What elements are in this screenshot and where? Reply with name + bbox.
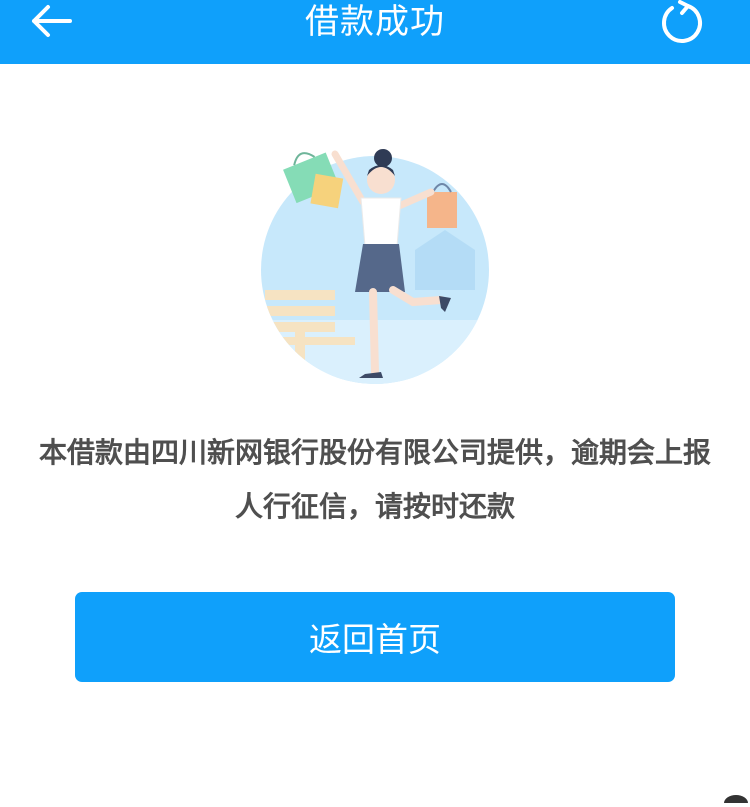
notice-line-1: 本借款由四川新网银行股份有限公司提供，逾期会上报: [30, 426, 720, 480]
top-bar: 借款成功: [0, 0, 750, 64]
success-illustration: [255, 140, 500, 390]
loan-notice: 本借款由四川新网银行股份有限公司提供，逾期会上报 人行征信，请按时还款: [30, 426, 720, 534]
corner-fragment-icon: [716, 789, 750, 803]
refresh-button[interactable]: [658, 0, 706, 48]
corner-fragment: [716, 788, 750, 802]
return-home-button[interactable]: 返回首页: [75, 592, 675, 682]
celebrating-shopper-illustration: [255, 140, 500, 390]
notice-line-2: 人行征信，请按时还款: [30, 480, 720, 534]
refresh-icon: [658, 0, 706, 48]
page-title: 借款成功: [0, 0, 750, 44]
